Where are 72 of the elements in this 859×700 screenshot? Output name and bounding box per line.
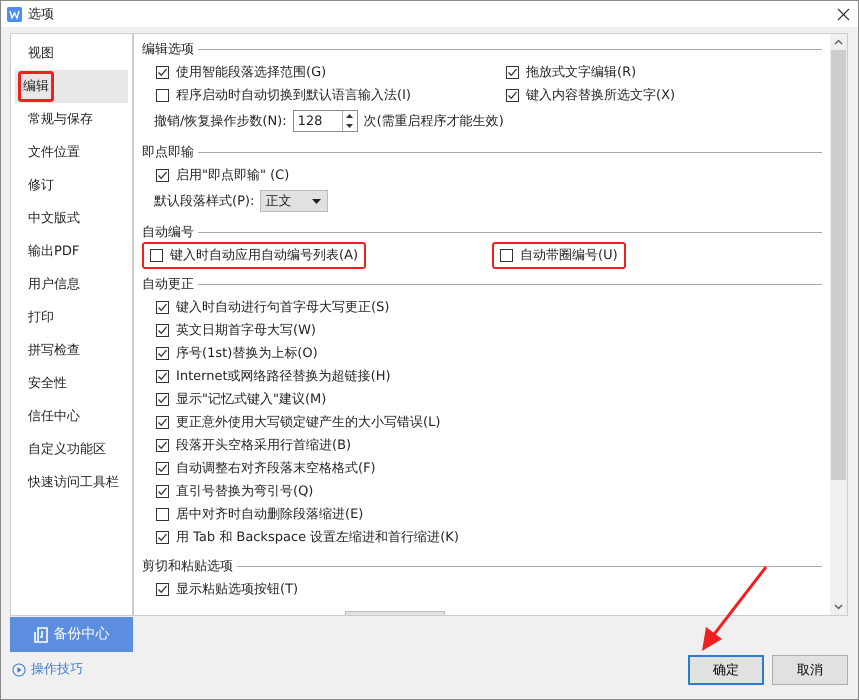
- spin-up-icon[interactable]: [346, 114, 354, 118]
- section-title: 即点即输: [142, 144, 194, 160]
- app-logo-icon: [7, 6, 22, 22]
- sidebar-item[interactable]: 信任中心: [15, 400, 128, 433]
- check-mark-icon: [157, 532, 168, 543]
- checkbox-option[interactable]: 自动调整右对齐段落末空格格式(F): [150, 458, 382, 479]
- check-mark-icon: [157, 394, 168, 405]
- sidebar-item[interactable]: 打印: [15, 301, 128, 334]
- check-mark-icon: [157, 371, 168, 382]
- sidebar-item[interactable]: 修订: [15, 169, 128, 202]
- sidebar-item[interactable]: 自定义功能区: [15, 433, 128, 466]
- check-mark-icon: [157, 440, 168, 451]
- checkbox-option[interactable]: 显示粘贴选项按钮(T): [150, 579, 304, 600]
- check-mark-icon: [157, 170, 168, 181]
- field-label: 撤销/恢复操作步数(N):: [154, 112, 287, 130]
- style-dropdown[interactable]: 正文: [260, 190, 328, 212]
- check-mark-icon: [157, 584, 168, 595]
- check-mark-icon: [157, 463, 168, 474]
- sidebar-item[interactable]: 视图: [15, 37, 128, 70]
- sidebar-item[interactable]: 输出PDF: [15, 235, 128, 268]
- checkbox-option[interactable]: 启用"即点即输" (C): [150, 165, 296, 186]
- check-mark-icon: [157, 302, 168, 313]
- check-mark-icon: [157, 348, 168, 359]
- checkbox-option[interactable]: 序号(1st)替换为上标(O): [150, 343, 324, 364]
- tips-link[interactable]: 操作技巧: [31, 661, 83, 678]
- check-mark-icon: [157, 67, 168, 78]
- section-title: 剪切和粘贴选项: [142, 558, 233, 574]
- checkbox-option[interactable]: 使用智能段落选择范围(G): [150, 62, 332, 83]
- sidebar-item[interactable]: 用户信息: [15, 268, 128, 301]
- checkbox-option[interactable]: 段落开头空格采用行首缩进(B): [150, 435, 358, 456]
- sidebar-item[interactable]: 中文版式: [15, 202, 128, 235]
- check-mark-icon: [157, 325, 168, 336]
- sidebar-item[interactable]: 编辑: [15, 70, 128, 103]
- ok-button[interactable]: 确定: [688, 655, 764, 685]
- window-title: 选项: [28, 6, 55, 22]
- highlighted-checkbox-option[interactable]: 自动带圈编号(U): [492, 242, 626, 269]
- checkbox-option[interactable]: Internet或网络路径替换为超链接(H): [150, 366, 397, 387]
- sidebar-item[interactable]: 快速访问工具栏: [15, 466, 128, 499]
- play-circle-icon[interactable]: [12, 662, 26, 676]
- number-field[interactable]: 128: [292, 110, 358, 132]
- checkbox-option[interactable]: 键入内容替换所选文字(X): [500, 85, 682, 106]
- sidebar-item[interactable]: 文件位置: [15, 136, 128, 169]
- checkbox-option[interactable]: 显示"记忆式键入"建议(M): [150, 389, 332, 410]
- sidebar-item[interactable]: 拼写检查: [15, 334, 128, 367]
- checkbox-option[interactable]: 程序启动时自动切换到默认语言输入法(I): [150, 84, 417, 106]
- checkbox-option[interactable]: 更正意外使用大写锁定键产生的大小写错误(L): [150, 412, 446, 433]
- checkbox-option[interactable]: 键入时自动进行句首字母大写更正(S): [150, 297, 396, 318]
- field-note: 次(需重启程序才能生效): [364, 112, 504, 130]
- field-label: 默认段落样式(P):: [154, 192, 254, 210]
- scroll-down-icon[interactable]: [834, 604, 843, 610]
- scrollbar[interactable]: [830, 34, 847, 615]
- check-mark-icon: [507, 90, 518, 101]
- spin-down-icon[interactable]: [346, 124, 354, 128]
- sidebar-item[interactable]: 常规与保存: [15, 103, 128, 136]
- check-mark-icon: [157, 486, 168, 497]
- highlighted-checkbox-option[interactable]: 键入时自动应用自动编号列表(A): [142, 242, 366, 269]
- check-mark-icon: [507, 67, 518, 78]
- close-icon[interactable]: [836, 8, 850, 20]
- check-mark-icon: [157, 417, 168, 428]
- checkbox-option[interactable]: 用 Tab 和 Backspace 设置左缩进和首行缩进(K): [150, 527, 465, 548]
- checkbox-option[interactable]: 拖放式文字编辑(R): [500, 62, 642, 83]
- scroll-up-icon[interactable]: [834, 39, 843, 45]
- sidebar-item[interactable]: 安全性: [15, 367, 128, 400]
- checkbox-option[interactable]: 直引号替换为弯引号(Q): [150, 481, 320, 502]
- cancel-button[interactable]: 取消: [772, 655, 848, 685]
- section-title: 编辑选项: [142, 40, 194, 58]
- section-title: 自动编号: [142, 224, 194, 240]
- section-title: 自动更正: [142, 276, 194, 292]
- caret-icon: [312, 198, 322, 204]
- document-icon: [34, 626, 48, 642]
- checkbox-option[interactable]: 英文日期首字母大写(W): [150, 320, 322, 341]
- checkbox-option[interactable]: 居中对齐时自动删除段落缩进(E): [150, 504, 370, 525]
